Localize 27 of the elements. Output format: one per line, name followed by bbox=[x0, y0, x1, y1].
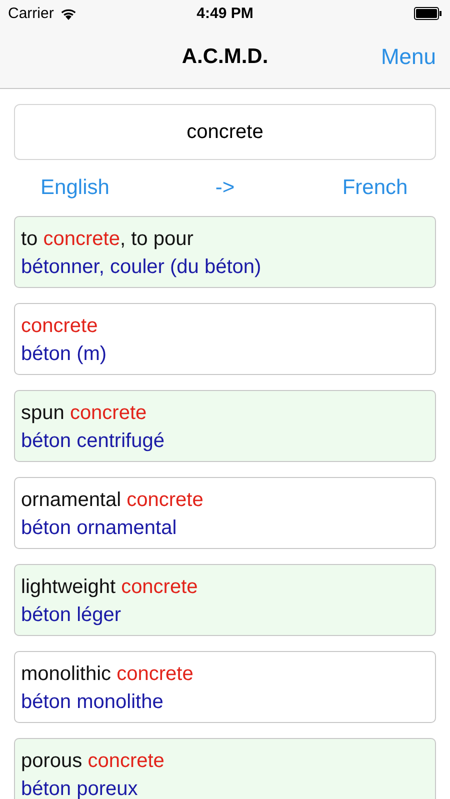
result-card[interactable]: monolithic concrete béton monolithe bbox=[14, 651, 436, 723]
english-term: to concrete, to pour bbox=[21, 227, 194, 252]
french-translation: béton léger bbox=[21, 603, 122, 628]
result-card[interactable]: ornamental concrete béton ornamental bbox=[14, 477, 436, 549]
result-card[interactable]: lightweight concrete béton léger bbox=[14, 564, 436, 636]
app-title: A.C.M.D. bbox=[182, 45, 268, 69]
english-term: monolithic concrete bbox=[21, 662, 194, 687]
result-card[interactable]: spun concrete béton centrifugé bbox=[14, 390, 436, 462]
english-term: porous concrete bbox=[21, 749, 166, 774]
carrier-label: Carrier bbox=[8, 4, 54, 22]
english-term: ornamental concrete bbox=[21, 488, 204, 513]
french-translation: béton centrifugé bbox=[21, 429, 166, 454]
english-term: concrete bbox=[21, 314, 99, 339]
search-field[interactable]: concrete bbox=[14, 104, 436, 160]
wifi-icon bbox=[60, 6, 77, 20]
result-card[interactable]: concrete béton (m) bbox=[14, 303, 436, 375]
english-term: lightweight concrete bbox=[21, 575, 199, 600]
battery-icon bbox=[414, 6, 442, 20]
french-translation: béton monolithe bbox=[21, 690, 164, 715]
result-card[interactable]: porous concrete béton poreux bbox=[14, 738, 436, 799]
result-card[interactable]: to concrete, to pour bétonner, couler (du béton) bbox=[14, 216, 436, 288]
french-translation: béton (m) bbox=[21, 342, 108, 367]
french-translation: béton ornamental bbox=[21, 516, 178, 541]
french-translation: béton poreux bbox=[21, 777, 139, 799]
english-term: spun concrete bbox=[21, 401, 148, 426]
french-translation: bétonner, couler (du béton) bbox=[21, 255, 262, 280]
clock-time: 4:49 PM bbox=[196, 4, 254, 22]
